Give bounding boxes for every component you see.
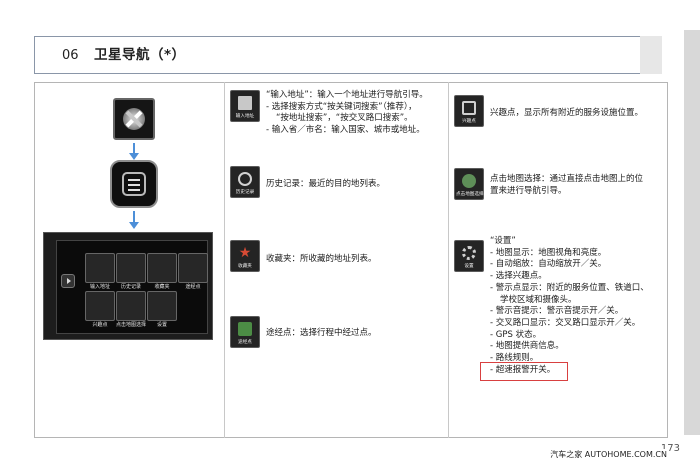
column-divider-left bbox=[224, 82, 225, 438]
chapter-header-tab bbox=[640, 36, 662, 74]
address-description: “输入地址”：输入一个地址进行导航引导。 - 选择搜索方式“按关键词搜索”（推荐… bbox=[266, 90, 428, 136]
history-icon: 历史记录 bbox=[230, 166, 260, 198]
chapter-title: 卫星导航（*） bbox=[94, 47, 186, 63]
settings-tile-icon bbox=[147, 291, 177, 321]
play-icon bbox=[61, 274, 75, 288]
settings-gear-icon: 设置 bbox=[454, 240, 484, 272]
history-tile-icon bbox=[116, 253, 146, 283]
menu-button-icon bbox=[110, 160, 158, 208]
address-tile-icon bbox=[85, 253, 115, 283]
flow-arrow-icon bbox=[129, 211, 139, 229]
red-highlight-box bbox=[480, 362, 568, 381]
tile-label: 设置 bbox=[156, 322, 167, 328]
map-select-tile-icon bbox=[116, 291, 146, 321]
poi-icon: 兴趣点 bbox=[454, 95, 484, 127]
map-select-icon: 点击地图选择 bbox=[454, 168, 484, 200]
chapter-number: 06 bbox=[62, 48, 79, 63]
history-description: 历史记录：最近的目的地列表。 bbox=[266, 179, 386, 189]
address-input-icon: 输入地址 bbox=[230, 90, 260, 122]
navigation-menu-screen: 输入地址 历史记录 收藏夹 途经点 兴趣点 点击地图选择 设置 bbox=[43, 232, 213, 340]
favorites-description: 收藏夹：所收藏的地址列表。 bbox=[266, 254, 377, 264]
waypoint-description: 途经点：选择行程中经过点。 bbox=[266, 328, 377, 338]
navigation-compass-icon bbox=[113, 98, 155, 140]
right-edge-bar bbox=[684, 30, 700, 435]
footer-brand: 汽车之家 AUTOHOME.COM.CN bbox=[548, 448, 669, 460]
map-select-description: 点击地图选择：通过直接点击地图上的位 置来进行导航引导。 bbox=[490, 174, 644, 196]
poi-description: 兴趣点，显示所有附近的服务设施位置。 bbox=[490, 108, 644, 118]
settings-description: “设置” - 地图显示：地图视角和亮度。 - 自动缩放：自动缩放开／关。 - 选… bbox=[490, 236, 649, 375]
waypoint-tile-icon bbox=[178, 253, 208, 283]
waypoint-icon: 途经点 bbox=[230, 316, 260, 348]
tile-label: 途经点 bbox=[185, 284, 201, 290]
poi-tile-icon bbox=[85, 291, 115, 321]
flow-arrow-icon bbox=[129, 143, 139, 160]
favorites-tile-icon bbox=[147, 253, 177, 283]
column-divider-right bbox=[448, 82, 449, 438]
favorites-icon: ★ 收藏夹 bbox=[230, 240, 260, 272]
